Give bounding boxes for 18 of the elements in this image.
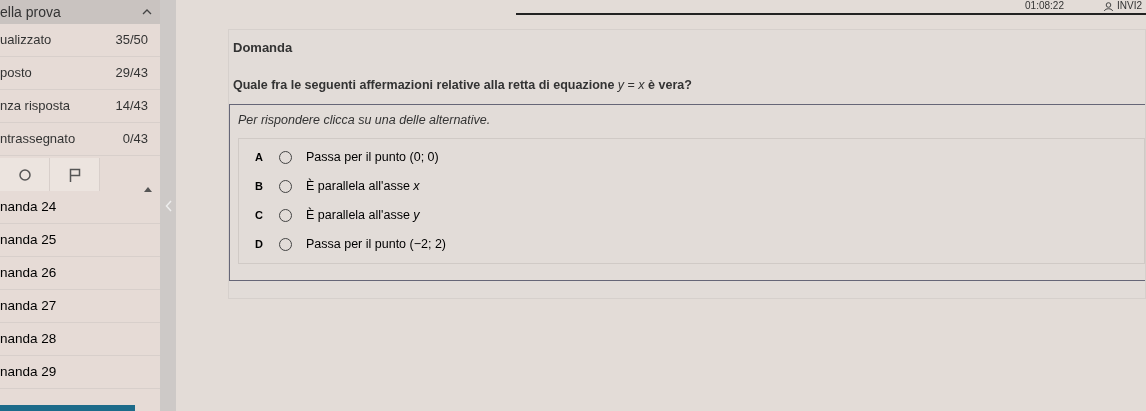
- stat-value: 14/43: [115, 97, 148, 116]
- answer-option[interactable]: C È parallela all'asse y: [239, 201, 1144, 230]
- answer-option[interactable]: D Passa per il punto (−2; 2): [239, 230, 1144, 259]
- panel-title: ella prova: [0, 2, 61, 22]
- stat-value: 0/43: [122, 130, 148, 149]
- stat-label: ualizzato: [0, 31, 52, 50]
- user-name: INVI2: [1117, 0, 1142, 12]
- stat-label: ntrassegnato: [0, 130, 76, 149]
- answer-option[interactable]: A Passa per il punto (0; 0): [239, 143, 1144, 172]
- stat-value: 29/43: [115, 64, 148, 83]
- stat-value: 35/50: [115, 31, 148, 50]
- question-heading: Domanda: [232, 39, 294, 57]
- stat-label: posto: [0, 64, 32, 83]
- instruction-text: Per rispondere clicca su una delle alternative.: [238, 112, 492, 130]
- answer-option[interactable]: B È parallela all'asse x: [239, 172, 1144, 201]
- stat-label: nza risposta: [0, 97, 71, 116]
- question-text: Quale fra le seguenti affermazioni relative alla retta di equazione y = x è vera?: [232, 76, 693, 94]
- timer-text: 01:08:22: [1025, 0, 1064, 12]
